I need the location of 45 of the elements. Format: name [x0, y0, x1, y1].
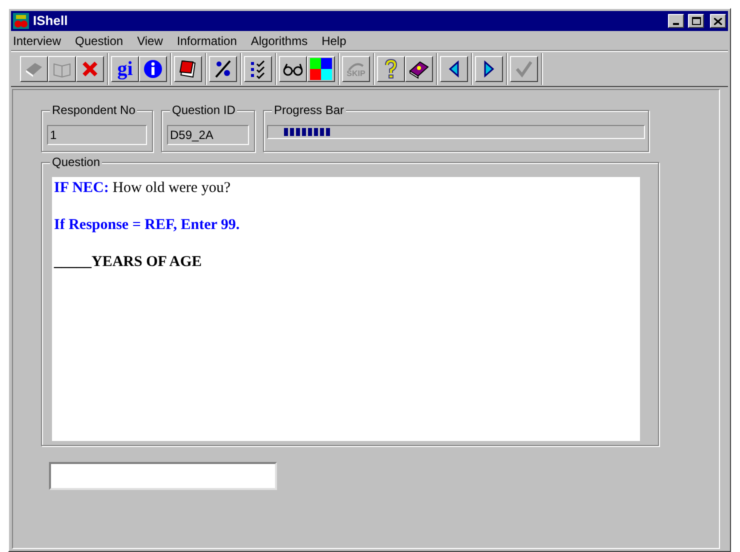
close-icon [81, 60, 99, 78]
left-arrow-icon [447, 60, 461, 78]
group-label: Question ID [170, 102, 238, 118]
answer-input-field[interactable] [49, 462, 277, 490]
menu-item[interactable]: View [137, 32, 163, 50]
toolbar-button[interactable] [307, 56, 335, 82]
notebook-icon [178, 59, 198, 79]
minimize-button[interactable] [668, 14, 684, 28]
toolbar-button[interactable]: gi [111, 56, 139, 82]
info-icon [143, 59, 163, 79]
maximize-button[interactable] [688, 14, 704, 28]
color-squares-icon [310, 58, 332, 80]
toolbar-button[interactable] [405, 56, 433, 82]
glasses-icon [282, 61, 304, 77]
close-icon [714, 18, 722, 24]
question-line: _____YEARS OF AGE [54, 253, 202, 271]
window-title: IShell [33, 12, 68, 30]
toolbar-button[interactable] [209, 56, 237, 82]
toolbar-button[interactable] [279, 56, 307, 82]
help-book-icon [408, 59, 430, 79]
toolbar-button[interactable] [244, 56, 272, 82]
toolbar-button[interactable] [76, 56, 104, 82]
question-line: If Response = REF, Enter 99. [54, 216, 240, 234]
group-label: Respondent No [50, 102, 138, 118]
question-line: IF NEC: How old were you? [54, 179, 230, 197]
book-icon [24, 60, 44, 78]
toolbar-button[interactable] [475, 56, 503, 82]
group-label: Question [50, 154, 102, 170]
menu-item[interactable]: Interview [13, 32, 62, 50]
menu-item[interactable]: Help [322, 32, 346, 50]
toolbar-button[interactable] [139, 56, 167, 82]
app-icon [13, 13, 29, 29]
toolbar-button[interactable] [377, 56, 405, 82]
right-arrow-icon [482, 60, 496, 78]
menu-item[interactable]: Question [75, 32, 124, 50]
menu-item[interactable]: Information [176, 32, 237, 50]
help-icon [384, 59, 398, 79]
close-button[interactable] [710, 14, 726, 28]
menu-item[interactable]: Algorithms [250, 32, 308, 50]
respondent-number-field[interactable]: 1 [47, 125, 147, 145]
question-id-field[interactable]: D59_2A [167, 125, 249, 145]
toolbar-button[interactable] [174, 56, 202, 82]
check-icon [514, 59, 534, 79]
text-icon: gi [117, 59, 133, 79]
toolbar-button[interactable] [440, 56, 468, 82]
